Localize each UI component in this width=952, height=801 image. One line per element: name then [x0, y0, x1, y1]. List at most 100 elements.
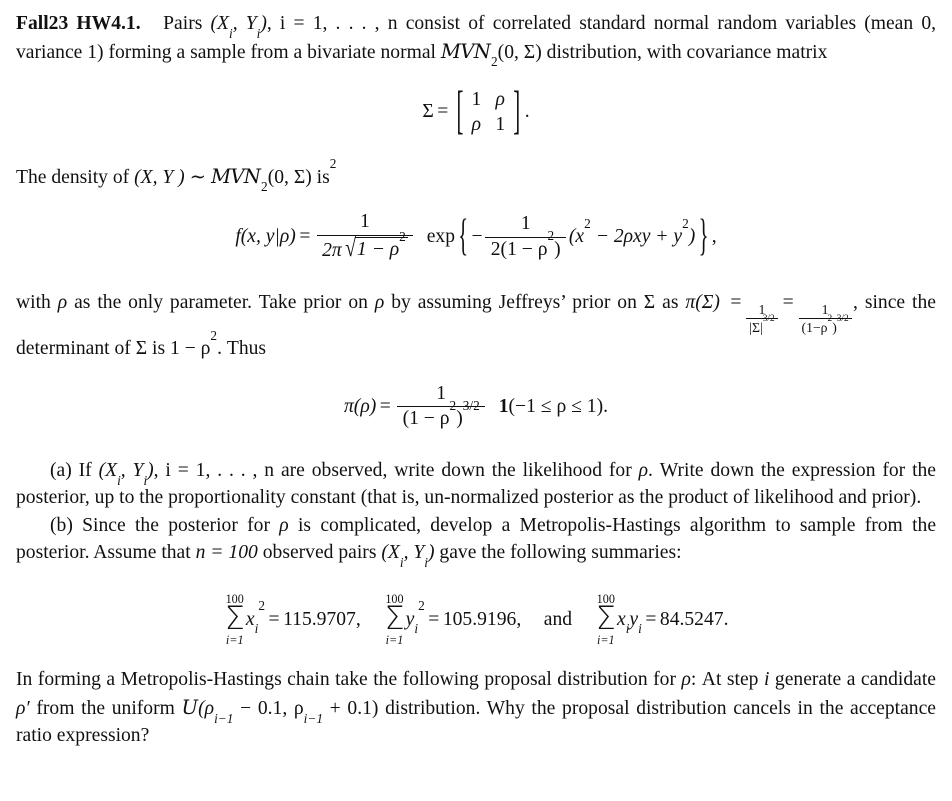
- sum-value-xy: 84.5247: [659, 608, 724, 630]
- part-a-text-1: If: [78, 459, 92, 481]
- sigma-operator: Σ: [384, 601, 405, 638]
- density-function-symbol: f(x, y|ρ): [235, 226, 296, 247]
- fraction-denominator: 2(1 − ρ2): [485, 229, 567, 262]
- fraction-numerator: 1: [360, 211, 370, 233]
- equals-sign: =: [268, 608, 280, 630]
- closing-text-1: In forming a Metropolis-Hastings chain t…: [16, 669, 676, 691]
- part-b-paragraph: (b) Since the posterior for ρ is complic…: [16, 512, 936, 571]
- part-b-marker: (b): [50, 514, 73, 536]
- matrix-terminator: .: [524, 101, 530, 123]
- sigma-operator: Σ: [224, 601, 245, 638]
- uniform-distribution-notation: U(ρi−1 − 0.1, ρi−1 + 0.1): [181, 695, 379, 726]
- mvn-notation-intro: MVN2(0, Σ): [440, 39, 542, 70]
- intro-text-3: distribution, with covariance matrix: [546, 41, 828, 63]
- matrix-eq-line: Σ = [ 1 ρ ρ 1 ] .: [422, 82, 530, 141]
- sigma-symbol: Σ: [135, 338, 148, 360]
- matrix-cell: ρ: [471, 113, 482, 135]
- prior-eq-line: π(ρ) = 1 (1 − ρ2)3/2 1 (−1 ≤ ρ ≤ 1) .: [344, 383, 608, 431]
- bracket-left: [: [456, 81, 464, 141]
- pi-sigma-symbol: π(Σ): [685, 291, 720, 313]
- mvn-notation-density: MVN2(0, Σ): [210, 164, 312, 195]
- summation-y-squared: 100 Σ i=1: [384, 593, 404, 647]
- sum-lower-limit: i=1: [596, 633, 615, 648]
- tilde-sign: ∼: [189, 166, 207, 188]
- closing-paragraph: In forming a Metropolis-Hastings chain t…: [16, 666, 936, 750]
- random-vector: (X, Y ): [134, 166, 185, 188]
- jeffreys-fraction-left: 1 |Σ|3/2: [746, 302, 778, 335]
- part-b-text-1: Since the posterior for: [82, 514, 270, 536]
- equals-sign: =: [730, 291, 742, 313]
- sigma-symbol: Σ: [643, 291, 656, 313]
- indicator-arguments: (−1 ≤ ρ ≤ 1): [508, 395, 604, 417]
- part-b-text-4: gave the following summaries:: [439, 542, 682, 564]
- index-range: , i = 1, . . . , n: [266, 13, 398, 34]
- sum-value-y-squared: 105.9196: [442, 608, 517, 630]
- problem-statement-intro: Fall23 HW4.1. Pairs (Xi, Yi), i = 1, . . …: [16, 10, 936, 70]
- pi-rho-symbol: π(ρ): [343, 395, 377, 417]
- pairs-notation: (Xi, Yi): [381, 542, 435, 571]
- fraction-numerator: 1: [520, 212, 531, 234]
- sum-lower-limit: i=1: [225, 633, 244, 648]
- summation-x-squared: 100 Σ i=1: [225, 593, 245, 647]
- summation-xy: 100 Σ i=1: [596, 593, 616, 647]
- prior-fraction: 1 (1 − ρ2)3/2: [397, 383, 486, 431]
- normalizing-fraction: 1 2π √ 1 − ρ2: [316, 211, 414, 263]
- prior-text-7: . Thus: [217, 338, 267, 360]
- exp-operator: exp: [426, 226, 456, 247]
- prior-lead-paragraph: with ρ as the only parameter. Take prior…: [16, 289, 936, 363]
- brace-left: {: [458, 212, 469, 260]
- closing-text-2: : At step: [690, 669, 759, 691]
- sum-terminator: ,: [516, 608, 522, 630]
- density-lead-prefix: The density of: [16, 166, 130, 188]
- footnote-marker: 2: [329, 156, 337, 172]
- sum-lower-limit: i=1: [385, 633, 404, 648]
- sample-size: n = 100: [195, 542, 258, 564]
- density-lead-is: is: [316, 166, 330, 188]
- fraction-denominator: 2π √ 1 − ρ2: [316, 229, 414, 263]
- rho-symbol: ρ: [681, 669, 691, 691]
- rho-prime-symbol: ρ′: [16, 697, 30, 719]
- brace-right: }: [698, 212, 709, 260]
- summaries-conjunction: and: [543, 608, 573, 630]
- equals-sign: =: [782, 291, 794, 313]
- fraction-denominator: |Σ|3/2: [746, 315, 778, 335]
- fraction-denominator: (1−ρ2)3/2: [798, 315, 852, 335]
- quadratic-form: (x2 − 2ρxy + y2): [568, 215, 696, 247]
- equals-sign: =: [299, 226, 311, 247]
- summaries-line: 100 Σ i=1 xi2 = 115.9707 , 100 Σ i=1 yi2…: [224, 593, 729, 647]
- document-page: Fall23 HW4.1. Pairs (Xi, Yi), i = 1, . . …: [0, 0, 952, 801]
- part-a-text-2: are observed, write down the likelihood …: [280, 459, 632, 481]
- closing-text-3: generate a candidate: [774, 669, 936, 691]
- exponent-fraction: 1 2(1 − ρ2): [485, 212, 567, 262]
- part-a-marker: (a): [50, 459, 72, 481]
- rho-symbol: ρ: [279, 514, 289, 536]
- sum-term-x-squared: xi2: [245, 598, 265, 637]
- prior-text-1: with: [16, 291, 51, 313]
- matrix-cell: 1: [495, 113, 506, 135]
- sigma-operator: Σ: [595, 601, 616, 638]
- rho-symbol: ρ: [374, 291, 385, 313]
- minus-sign: −: [471, 226, 483, 247]
- sum-terminator: .: [723, 608, 729, 630]
- step-index-symbol: i: [763, 669, 770, 691]
- matrix-cell: ρ: [495, 89, 505, 110]
- pairs-notation: (Xi, Yi), i = 1, . . . , n: [210, 13, 398, 41]
- prior-text-3: by assuming Jeffreys’ prior on: [391, 291, 637, 313]
- equals-sign: =: [645, 608, 657, 630]
- matrix-cell: 1: [471, 89, 482, 110]
- sigma-symbol: Σ: [422, 101, 434, 123]
- sum-term-xy: xiyi: [616, 608, 642, 637]
- intro-text-1: Pairs: [163, 13, 203, 34]
- radicand: 1 − ρ2: [354, 229, 408, 262]
- part-b-text-3: observed pairs: [262, 542, 377, 564]
- density-lead-line: The density of (X, Y ) ∼ MVN2(0, Σ) is2: [16, 157, 936, 195]
- part-a-paragraph: (a) If (Xi, Yi), i = 1, . . . , n are ob…: [16, 457, 936, 512]
- radical-sign: √: [344, 233, 356, 262]
